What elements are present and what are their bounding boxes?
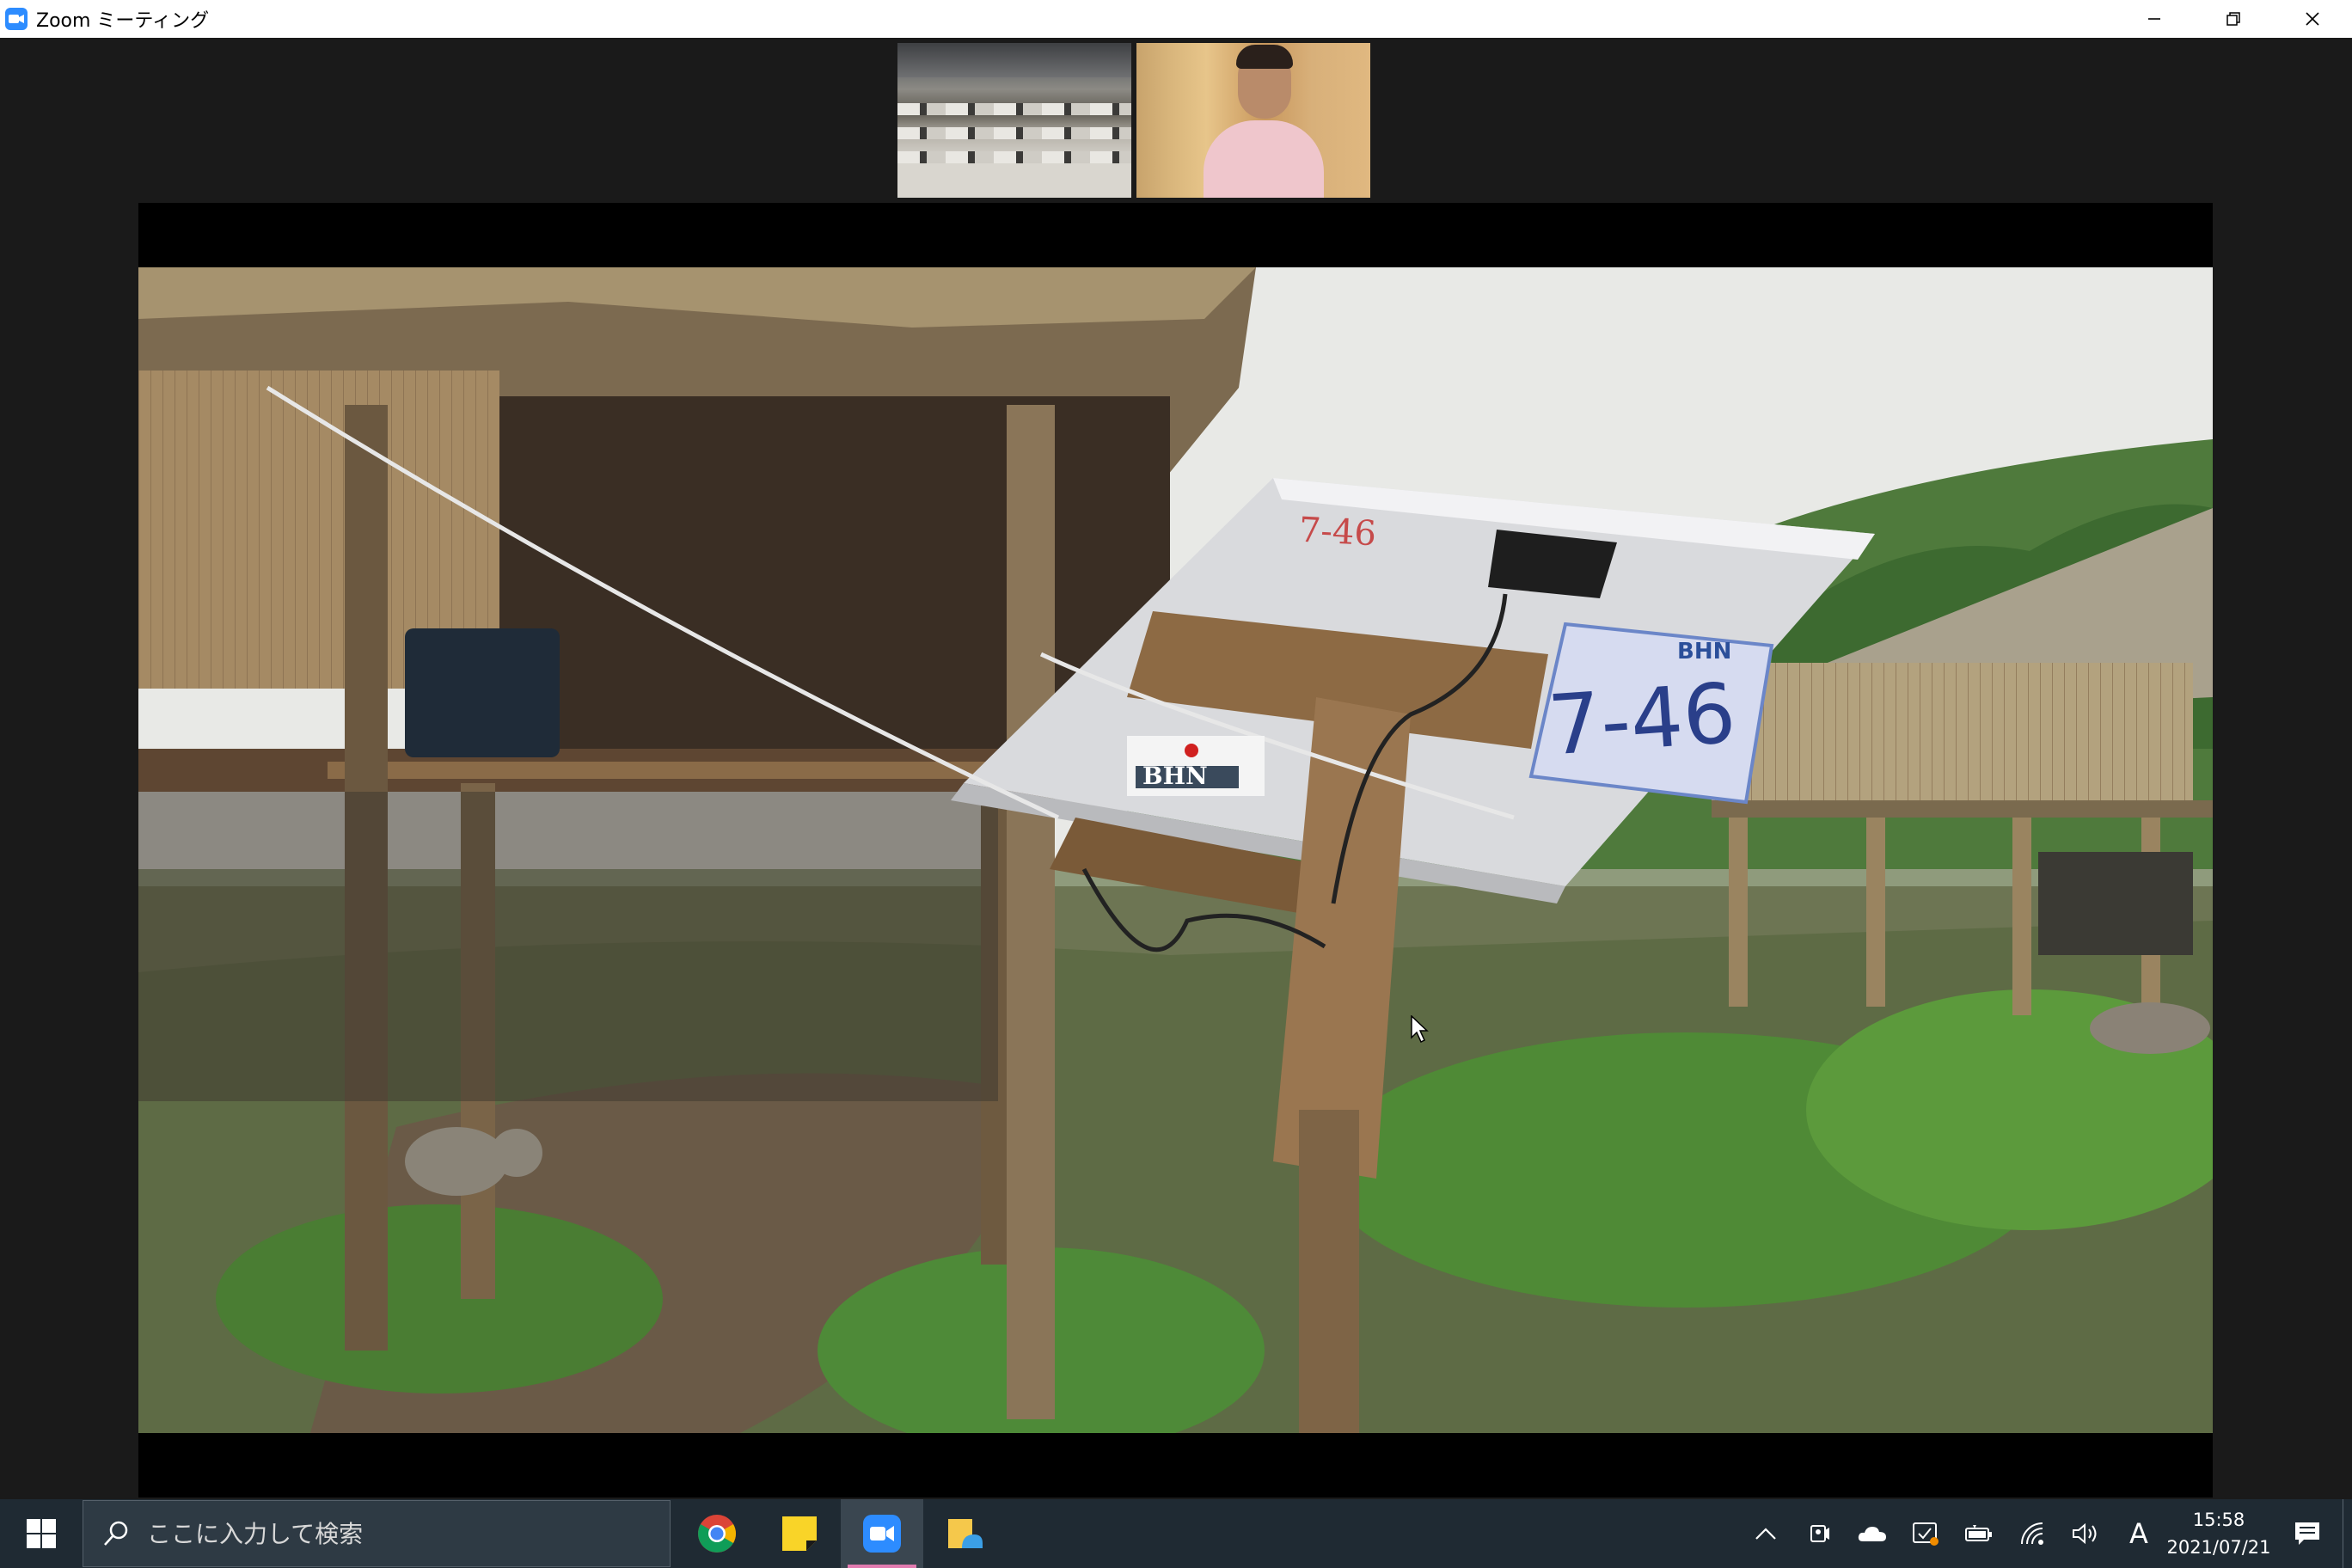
action-center-button[interactable] (2272, 1499, 2343, 1568)
chrome-icon (698, 1515, 736, 1553)
windows-logo-icon (27, 1519, 56, 1548)
window-title: Zoom ミーティング (36, 10, 210, 32)
minimize-button[interactable] (2115, 0, 2194, 38)
card-brand: BHN (1677, 639, 1732, 665)
restore-button[interactable] (2194, 0, 2273, 38)
notification-icon (2295, 1522, 2319, 1545)
zoom-camera-icon (5, 8, 28, 30)
title-bar[interactable]: Zoom ミーティング (0, 0, 2352, 38)
ime-indicator[interactable]: A (2112, 1499, 2165, 1568)
close-button[interactable] (2273, 0, 2352, 38)
wifi-icon (2021, 1522, 2043, 1545)
security-icon (1913, 1522, 1939, 1546)
participant-tile-speaker[interactable] (1136, 43, 1370, 198)
close-icon (2306, 12, 2319, 26)
participant-strip (897, 43, 1370, 198)
tray-overflow[interactable] (1739, 1499, 1792, 1568)
show-desktop-button[interactable] (2343, 1499, 2352, 1568)
tray-battery[interactable] (1952, 1499, 2006, 1568)
search-input[interactable] (145, 1518, 630, 1549)
start-button[interactable] (0, 1499, 83, 1568)
shared-video[interactable]: 7-46 BHN 7-46 BHN (138, 203, 2213, 1498)
tray-onedrive[interactable] (1846, 1499, 1899, 1568)
search-icon (102, 1520, 137, 1547)
taskbar: A 15:58 2021/07/21 (0, 1499, 2352, 1568)
tray-security[interactable] (1899, 1499, 1952, 1568)
tray-meet-now[interactable] (1792, 1499, 1846, 1568)
taskbar-chrome[interactable] (676, 1499, 758, 1568)
tray-wifi[interactable] (2006, 1499, 2059, 1568)
participant-tile-classroom[interactable] (897, 43, 1131, 198)
meet-now-icon (1810, 1525, 1829, 1542)
volume-icon (2073, 1522, 2097, 1545)
meeting-area: 7-46 BHN 7-46 BHN (0, 38, 2352, 1499)
onedrive-icon (1858, 1527, 1886, 1541)
taskbar-file-explorer[interactable] (923, 1499, 1006, 1568)
clock-time: 15:58 (2192, 1510, 2245, 1530)
taskbar-search[interactable] (83, 1500, 671, 1567)
chevron-up-icon (1755, 1528, 1776, 1540)
taskbar-sticky-notes[interactable] (758, 1499, 841, 1568)
panel-handwriting: 7-46 (1297, 510, 1378, 554)
panel-brand: BHN (1142, 762, 1208, 790)
zoom-icon (863, 1515, 901, 1553)
taskbar-clock[interactable]: 15:58 2021/07/21 (2165, 1499, 2272, 1568)
system-tray: A 15:58 2021/07/21 (1739, 1499, 2352, 1568)
taskbar-zoom[interactable] (841, 1499, 923, 1568)
clock-date: 2021/07/21 (2166, 1537, 2271, 1558)
tray-volume[interactable] (2059, 1499, 2112, 1568)
battery-icon (1965, 1525, 1992, 1541)
restore-icon (2226, 12, 2240, 26)
card-label: 7-46 (1545, 665, 1739, 775)
sticky-notes-icon (782, 1516, 817, 1551)
minimize-icon (2148, 18, 2160, 20)
village-solar-panel-video: 7-46 BHN 7-46 BHN (138, 267, 2213, 1433)
file-explorer-icon (948, 1519, 983, 1548)
ime-label: A (2129, 1517, 2148, 1550)
mouse-cursor-icon (1411, 1015, 1429, 1043)
